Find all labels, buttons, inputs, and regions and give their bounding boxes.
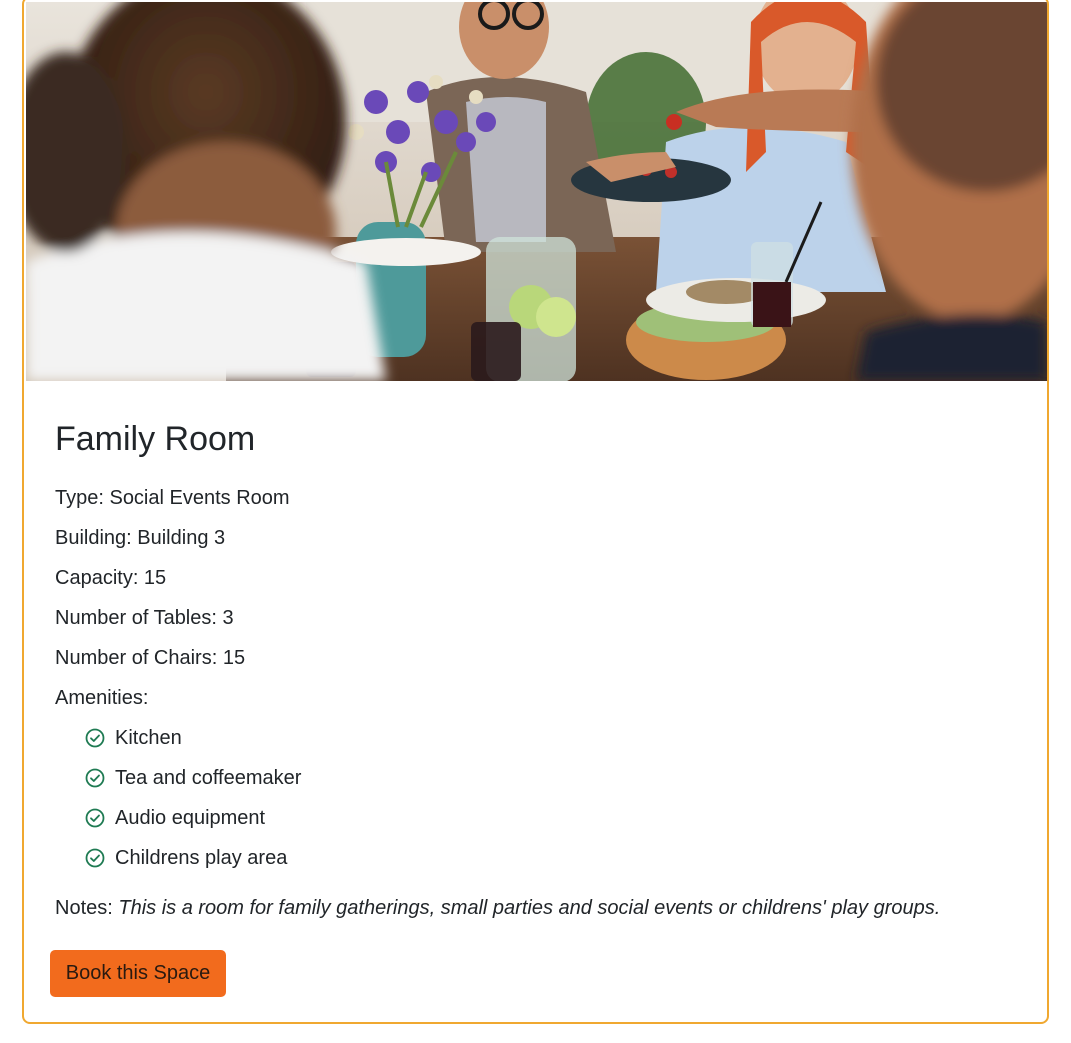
- room-photo: [26, 2, 1047, 381]
- room-tables: Number of Tables: 3: [55, 607, 234, 629]
- amenity-label: Audio equipment: [115, 807, 266, 829]
- check-circle-icon: [85, 728, 105, 748]
- space-card: Family Room Type: Social Events Room Bui…: [22, 0, 1049, 1024]
- check-circle-icon: [85, 768, 105, 788]
- room-title: Family Room: [55, 420, 256, 458]
- amenity-label: Kitchen: [115, 727, 182, 749]
- notes-text: This is a room for family gatherings, sm…: [118, 897, 941, 919]
- room-notes: Notes: This is a room for family gatheri…: [55, 896, 940, 920]
- room-type: Type: Social Events Room: [55, 487, 290, 509]
- room-chairs: Number of Chairs: 15: [55, 647, 246, 669]
- amenity-label: Tea and coffeemaker: [115, 767, 302, 789]
- room-building: Building: Building 3: [55, 527, 226, 549]
- amenity-label: Childrens play area: [115, 847, 288, 869]
- amenities-label: Amenities:: [55, 687, 149, 709]
- check-circle-icon: [85, 808, 105, 828]
- notes-label: Notes:: [55, 897, 119, 919]
- room-photo-illustration: [26, 2, 1047, 381]
- check-circle-icon: [85, 848, 105, 868]
- book-space-button[interactable]: Book this Space: [50, 950, 226, 997]
- room-capacity: Capacity: 15: [55, 567, 167, 589]
